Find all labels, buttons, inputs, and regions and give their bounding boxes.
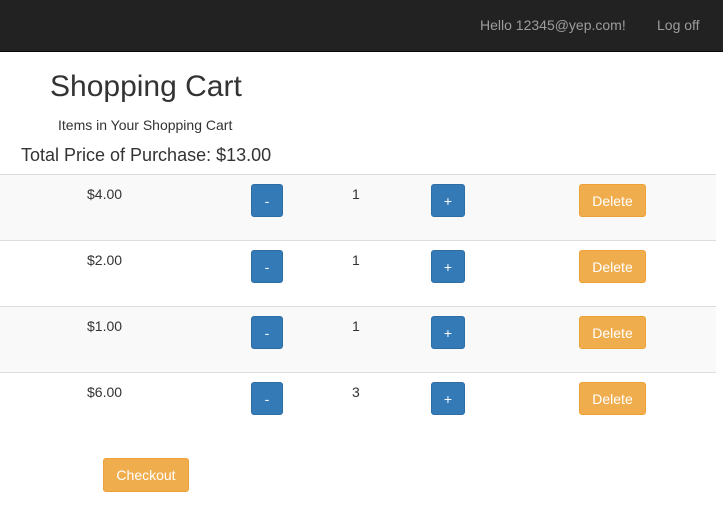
decrease-quantity-button[interactable]: - bbox=[251, 184, 283, 217]
decrease-quantity-button[interactable]: - bbox=[251, 382, 283, 415]
log-off-link[interactable]: Log off bbox=[657, 17, 700, 33]
increase-quantity-button[interactable]: + bbox=[431, 184, 465, 217]
delete-item-button[interactable]: Delete bbox=[579, 382, 646, 415]
cart-row: $4.00 - 1 + Delete bbox=[0, 174, 716, 240]
item-quantity: 1 bbox=[352, 252, 360, 268]
item-price: $6.00 bbox=[87, 384, 123, 400]
cart-row: $2.00 - 1 + Delete bbox=[0, 240, 716, 306]
cart-table: $4.00 - 1 + Delete $2.00 - 1 + Delete $1… bbox=[0, 174, 716, 438]
delete-item-button[interactable]: Delete bbox=[579, 250, 646, 283]
decrease-quantity-button[interactable]: - bbox=[251, 250, 283, 283]
top-navbar: Hello 12345@yep.com! Log off bbox=[0, 0, 723, 52]
cart-row: $6.00 - 3 + Delete bbox=[0, 372, 716, 438]
cart-subtitle: Items in Your Shopping Cart bbox=[58, 117, 233, 133]
page-title: Shopping Cart bbox=[50, 70, 242, 103]
item-price: $1.00 bbox=[87, 318, 123, 334]
item-price: $4.00 bbox=[87, 186, 123, 202]
delete-item-button[interactable]: Delete bbox=[579, 184, 646, 217]
user-greeting-link[interactable]: Hello 12345@yep.com! bbox=[480, 17, 626, 33]
increase-quantity-button[interactable]: + bbox=[431, 316, 465, 349]
decrease-quantity-button[interactable]: - bbox=[251, 316, 283, 349]
delete-item-button[interactable]: Delete bbox=[579, 316, 646, 349]
checkout-button[interactable]: Checkout bbox=[103, 458, 189, 492]
cart-row: $1.00 - 1 + Delete bbox=[0, 306, 716, 372]
increase-quantity-button[interactable]: + bbox=[431, 382, 465, 415]
item-quantity: 1 bbox=[352, 318, 360, 334]
total-price: Total Price of Purchase: $13.00 bbox=[21, 145, 272, 165]
item-quantity: 1 bbox=[352, 186, 360, 202]
item-quantity: 3 bbox=[352, 384, 360, 400]
item-price: $2.00 bbox=[87, 252, 123, 268]
increase-quantity-button[interactable]: + bbox=[431, 250, 465, 283]
